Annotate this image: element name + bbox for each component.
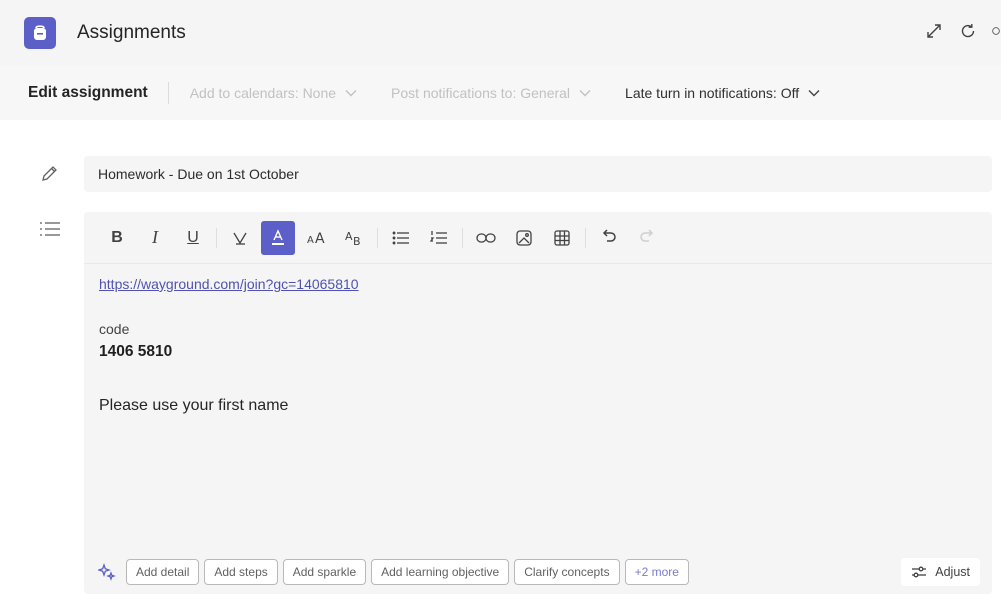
font-size-icon[interactable]: A A — [299, 221, 333, 255]
adjust-label: Adjust — [935, 565, 970, 579]
chevron-down-icon — [579, 89, 591, 97]
add-learning-objective-chip[interactable]: Add learning objective — [371, 559, 510, 585]
chevron-down-icon — [345, 89, 357, 97]
divider — [585, 227, 586, 248]
join-link[interactable]: https://wayground.com/join?gc=14065810 — [99, 276, 359, 292]
add-to-calendars-dropdown[interactable]: Add to calendars: None — [190, 85, 357, 101]
assignment-title-input[interactable]: Homework - Due on 1st October — [84, 156, 992, 192]
divider — [167, 82, 169, 104]
instructions-editor[interactable]: B I U A A A B https://wayground.com/join… — [84, 212, 992, 594]
late-turn-in-dropdown[interactable]: Late turn in notifications: Off — [625, 85, 820, 101]
expand-icon[interactable] — [923, 20, 945, 42]
add-to-calendars-label: Add to calendars: None — [189, 85, 337, 101]
image-icon[interactable] — [507, 221, 541, 255]
bold-icon[interactable]: B — [100, 221, 134, 255]
chevron-down-icon — [808, 89, 820, 97]
underline-icon[interactable]: U — [176, 221, 210, 255]
app-title: Assignments — [77, 22, 186, 43]
redo-icon[interactable] — [630, 221, 664, 255]
code-label: code — [99, 321, 130, 337]
table-icon[interactable] — [545, 221, 579, 255]
undo-icon[interactable] — [592, 221, 626, 255]
svg-text:A: A — [315, 231, 325, 247]
clarify-concepts-chip[interactable]: Clarify concepts — [514, 559, 620, 585]
link-icon[interactable] — [469, 221, 503, 255]
instructions-body: https://wayground.com/join?gc=14065810 c… — [99, 276, 359, 414]
post-notifications-dropdown[interactable]: Post notifications to: General — [391, 85, 591, 101]
post-notifications-label: Post notifications to: General — [391, 85, 571, 101]
numbered-list-icon[interactable] — [422, 221, 456, 255]
title-bar: Assignments — [0, 0, 1001, 66]
title-actions — [923, 20, 1001, 42]
instructions-icon — [39, 221, 61, 242]
add-steps-chip[interactable]: Add steps — [204, 559, 278, 585]
edit-assignment-bar: Edit assignment Add to calendars: None P… — [0, 66, 1001, 120]
sparkle-icon — [94, 560, 120, 584]
bullet-list-icon[interactable] — [384, 221, 418, 255]
edit-assignment-title: Edit assignment — [28, 84, 148, 101]
late-turn-in-label: Late turn in notifications: Off — [625, 85, 800, 101]
assignments-backpack-icon — [24, 17, 56, 49]
adjust-button[interactable]: Adjust — [901, 558, 980, 586]
formatting-toolbar: B I U A A A B — [84, 212, 992, 264]
ai-suggestions-row: Add detail Add steps Add sparkle Add lea… — [84, 552, 992, 592]
sliders-icon — [912, 566, 927, 578]
highlight-icon[interactable] — [223, 221, 257, 255]
pencil-icon — [39, 164, 59, 189]
divider — [377, 227, 378, 248]
refresh-icon[interactable] — [957, 20, 979, 42]
add-detail-chip[interactable]: Add detail — [126, 559, 200, 585]
instructions-note: Please use your first name — [99, 397, 289, 414]
svg-text:A: A — [345, 230, 353, 243]
more-suggestions-chip[interactable]: +2 more — [624, 559, 689, 585]
text-style-icon[interactable]: A B — [337, 221, 371, 255]
svg-text:B: B — [353, 235, 361, 247]
divider — [216, 227, 217, 248]
assignment-form: Homework - Due on 1st October B I U A A … — [0, 120, 1001, 594]
italic-icon[interactable]: I — [138, 221, 172, 255]
code-value: 1406 5810 — [99, 343, 173, 360]
more-icon[interactable] — [991, 20, 1001, 42]
font-color-icon[interactable] — [261, 220, 295, 255]
divider — [462, 227, 463, 248]
svg-text:A: A — [307, 235, 314, 246]
add-sparkle-chip[interactable]: Add sparkle — [282, 559, 367, 585]
